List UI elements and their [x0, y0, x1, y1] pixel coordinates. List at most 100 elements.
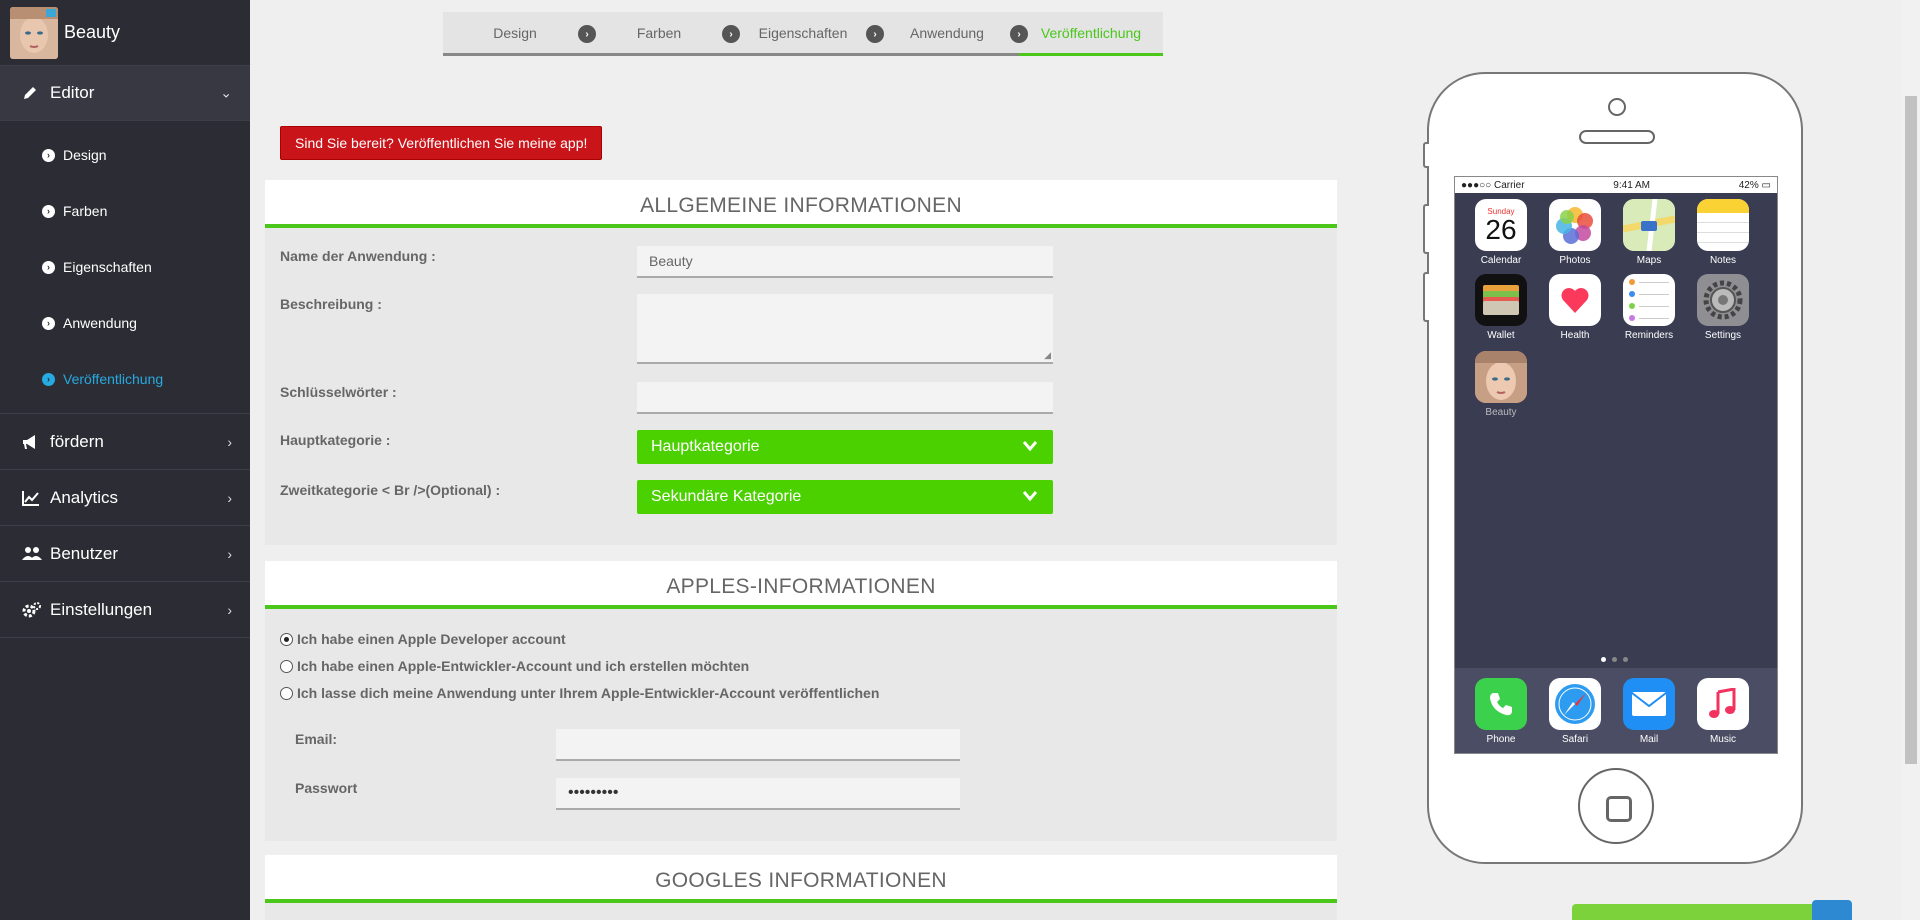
- chevron-circle-icon: ›: [42, 316, 55, 330]
- chevron-circle-icon: ›: [42, 260, 55, 274]
- users-icon: [22, 546, 44, 562]
- app-phone: Phone: [1471, 678, 1531, 745]
- nav-einstellungen[interactable]: Einstellungen ›: [0, 582, 250, 638]
- sidebar-item-label: Farben: [63, 203, 108, 219]
- apple-option-create-account[interactable]: Ich habe einen Apple-Entwickler-Account …: [280, 658, 749, 674]
- editor-submenu: › Design › Farben › Eigenschaften › Anwendun…: [0, 121, 250, 414]
- step-eigenschaften[interactable]: Eigenschaften ›: [731, 12, 884, 56]
- second-category-label: Zweitkategorie < Br />(Optional) :: [280, 482, 501, 498]
- app-label: Photos: [1559, 255, 1591, 266]
- radio-button[interactable]: [280, 686, 293, 700]
- step-label: Design: [493, 24, 537, 41]
- calendar-date: 26: [1485, 213, 1517, 245]
- phone-side-button: [1423, 142, 1429, 168]
- step-label: Veröffentlichung: [1040, 24, 1142, 41]
- gears-icon: [22, 601, 44, 618]
- description-label: Beschreibung :: [280, 296, 382, 312]
- apple-option-use-your-account[interactable]: Ich lasse dich meine Anwendung unter Ihr…: [280, 685, 879, 701]
- nav-benutzer[interactable]: Benutzer ›: [0, 526, 250, 582]
- keywords-input[interactable]: [637, 382, 1053, 414]
- page-dot: [1612, 657, 1617, 662]
- battery-label: 42%: [1738, 179, 1759, 191]
- radio-label: Ich habe einen Apple-Entwickler-Account …: [297, 658, 750, 674]
- app-label: Settings: [1704, 330, 1742, 341]
- notes-icon: [1697, 199, 1749, 251]
- step-farben[interactable]: Farben ›: [587, 12, 740, 56]
- google-info-panel: GOOGLES INFORMATIONEN: [265, 855, 1337, 920]
- app-health: Health: [1545, 274, 1605, 341]
- app-music: Music: [1693, 678, 1753, 745]
- sidebar-item-design[interactable]: › Design: [0, 127, 250, 183]
- chevron-circle-icon: ›: [578, 25, 596, 43]
- chevron-right-icon: ›: [227, 601, 232, 618]
- app-avatar: [10, 6, 58, 59]
- app-name-input[interactable]: Beauty: [637, 246, 1053, 278]
- page-scrollbar[interactable]: [1902, 0, 1920, 920]
- phone-home-button: [1578, 768, 1654, 844]
- chevron-down-icon: [1022, 488, 1038, 506]
- music-icon: [1697, 678, 1749, 730]
- main-category-label: Hauptkategorie :: [280, 432, 391, 448]
- app-label: Safari: [1561, 734, 1589, 745]
- chevron-down-icon: [1022, 438, 1038, 456]
- chevron-circle-icon: ›: [42, 148, 55, 162]
- step-anwendung[interactable]: Anwendung ›: [875, 12, 1028, 56]
- app-reminders: Reminders: [1619, 274, 1679, 341]
- app-notes: Notes: [1693, 199, 1753, 266]
- sidebar-item-farben[interactable]: › Farben: [0, 183, 250, 239]
- phone-statusbar: ●●●○○ Carrier 9:41 AM 42% ▭: [1455, 177, 1777, 193]
- phone-icon: [1475, 678, 1527, 730]
- scrollbar-thumb[interactable]: [1905, 96, 1917, 764]
- nav-analytics[interactable]: Analytics ›: [0, 470, 250, 526]
- phone-camera: [1608, 98, 1626, 116]
- step-label: Farben: [636, 24, 682, 41]
- chevron-down-icon: ⌄: [220, 84, 232, 101]
- phone-side-button: [1423, 204, 1429, 254]
- sidebar-item-label: Design: [63, 147, 107, 163]
- sidebar-item-veroeffentlichung[interactable]: › Veröffentlichung: [0, 351, 250, 407]
- resize-handle-icon[interactable]: ◢: [1044, 350, 1051, 361]
- app-label: Music: [1709, 734, 1737, 745]
- password-input[interactable]: •••••••••: [556, 778, 960, 810]
- step-label: Eigenschaften: [758, 24, 848, 41]
- sidebar-item-eigenschaften[interactable]: › Eigenschaften: [0, 239, 250, 295]
- nav-editor[interactable]: Editor ⌄: [0, 66, 250, 121]
- description-textarea[interactable]: ◢: [637, 294, 1053, 364]
- app-label: Mail: [1639, 734, 1659, 745]
- app-safari: Safari: [1545, 678, 1605, 745]
- app-label: Calendar: [1480, 255, 1522, 266]
- phone-side-button: [1423, 272, 1429, 322]
- second-category-select[interactable]: Sekundäre Kategorie: [637, 480, 1053, 514]
- phone-preview: ●●●○○ Carrier 9:41 AM 42% ▭ Sunday 26 Ca…: [1423, 72, 1803, 864]
- sidebar-item-label: Veröffentlichung: [63, 371, 164, 387]
- app-label: Notes: [1709, 255, 1737, 266]
- chevron-circle-icon: ›: [722, 25, 740, 43]
- main-category-value: Hauptkategorie: [651, 438, 760, 455]
- battery-indicator: 42% ▭: [1738, 179, 1771, 191]
- nav-foerdern[interactable]: fördern ›: [0, 414, 250, 470]
- apple-option-has-account[interactable]: Ich habe einen Apple Developer account: [280, 631, 566, 647]
- sidebar-item-label: Eigenschaften: [63, 259, 152, 275]
- chat-icon[interactable]: [1812, 900, 1852, 920]
- line-chart-icon: [22, 490, 44, 506]
- page-dot: [1601, 657, 1606, 662]
- radio-button[interactable]: [280, 632, 293, 646]
- phone-speaker: [1579, 130, 1655, 144]
- app-label: Maps: [1636, 255, 1662, 266]
- main-category-select[interactable]: Hauptkategorie: [637, 430, 1053, 464]
- radio-button[interactable]: [280, 659, 293, 673]
- nav-editor-label: Editor: [50, 83, 95, 102]
- sidebar: Beauty Editor ⌄ › Design › Farben › Eigensc…: [0, 0, 250, 920]
- beauty-app-icon: [1475, 351, 1527, 403]
- email-input[interactable]: [556, 729, 960, 761]
- sidebar-item-anwendung[interactable]: › Anwendung: [0, 295, 250, 351]
- brand[interactable]: Beauty: [0, 0, 250, 66]
- step-veroeffentlichung[interactable]: Veröffentlichung: [1019, 12, 1163, 56]
- step-wizard: Design › Farben › Eigenschaften › Anwendung…: [443, 12, 1163, 56]
- chat-widget-bar[interactable]: [1572, 904, 1852, 920]
- radio-label: Ich habe einen Apple Developer account: [297, 631, 566, 647]
- step-design[interactable]: Design ›: [443, 12, 596, 56]
- publish-app-button[interactable]: Sind Sie bereit? Veröffentlichen Sie mei…: [280, 126, 603, 160]
- photos-icon: [1549, 199, 1601, 251]
- nav-label: fördern: [50, 431, 104, 451]
